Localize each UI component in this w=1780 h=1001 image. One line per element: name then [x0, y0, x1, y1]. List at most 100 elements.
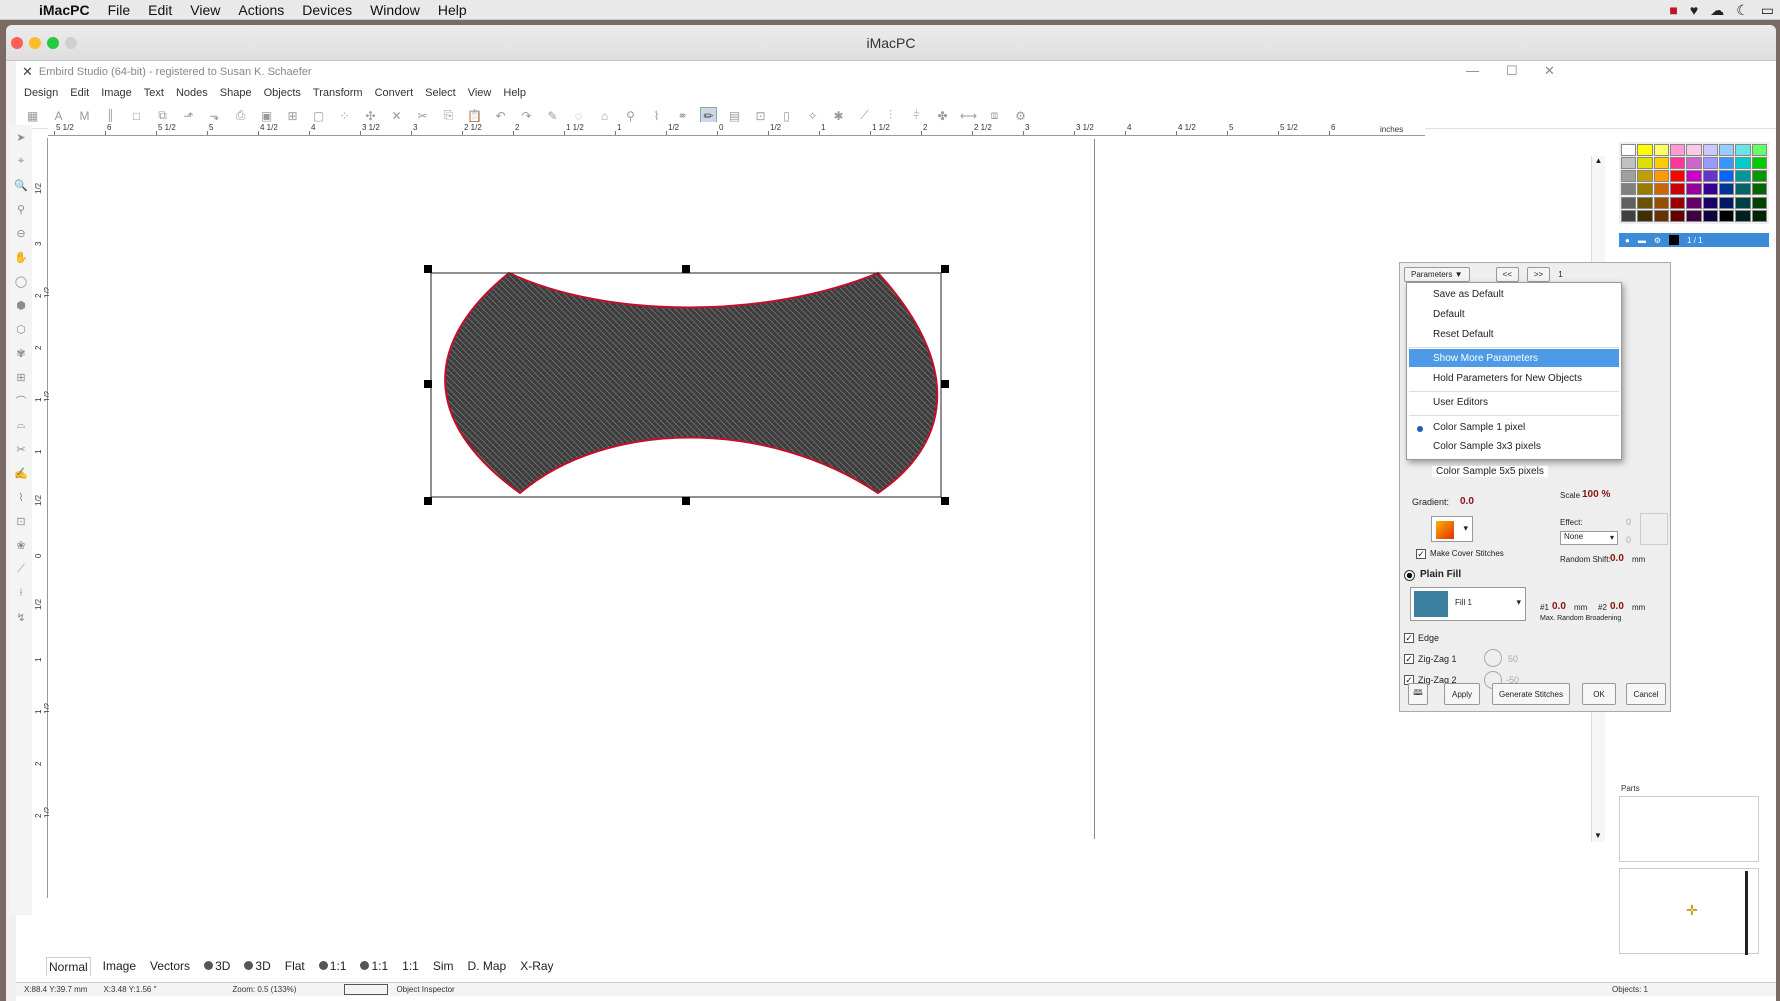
design-shape[interactable] — [444, 271, 939, 495]
menu-save-default[interactable]: Save as Default — [1433, 289, 1504, 300]
zigzag1-dial[interactable] — [1484, 649, 1502, 667]
minimize-icon[interactable]: — — [1466, 63, 1479, 78]
tab-3d-b[interactable]: 3D — [242, 957, 272, 975]
menu-view[interactable]: View — [181, 2, 229, 18]
palette-swatch[interactable] — [1718, 196, 1735, 209]
palette-swatch[interactable] — [1751, 196, 1767, 209]
tab-sim[interactable]: Sim — [431, 957, 456, 975]
parameters-button[interactable]: Parameters ▼ — [1404, 267, 1470, 282]
palette-swatch[interactable] — [1686, 196, 1702, 209]
tab-image[interactable]: Image — [101, 957, 138, 975]
palette-swatch[interactable] — [1669, 209, 1686, 222]
tab-flat[interactable]: Flat — [283, 957, 307, 975]
palette-swatch[interactable] — [1637, 183, 1653, 196]
parts-list[interactable] — [1619, 796, 1759, 862]
design-workspace[interactable] — [49, 138, 1411, 842]
palette-swatch[interactable] — [1718, 209, 1735, 222]
fill-tool-icon[interactable]: ⬢ — [10, 293, 32, 317]
palette-swatch[interactable] — [1621, 196, 1637, 209]
palette-swatch[interactable] — [1735, 183, 1751, 196]
menu-select[interactable]: Select — [419, 87, 462, 99]
tab-normal[interactable]: Normal — [46, 956, 91, 976]
design-canvas[interactable] — [367, 139, 1095, 839]
zoom-tool-icon[interactable]: 🔍 — [10, 173, 32, 197]
menu-show-more-parameters[interactable]: Show More Parameters — [1433, 353, 1538, 364]
palette-swatch[interactable] — [1621, 209, 1637, 222]
zoom-out-icon[interactable]: ⊖ — [10, 221, 32, 245]
apple-icon[interactable] — [0, 0, 30, 20]
tool-fill-icon[interactable]: ▦ — [24, 107, 41, 124]
needle-tool-icon[interactable]: ⟊ — [10, 581, 32, 605]
gradient-color-box[interactable]: ▾ — [1431, 516, 1473, 542]
palette-swatch[interactable] — [1702, 209, 1718, 222]
prev-button[interactable]: << — [1495, 267, 1519, 282]
menu-user-editors[interactable]: User Editors — [1433, 397, 1488, 408]
next-button[interactable]: >> — [1526, 267, 1551, 282]
palette-swatch[interactable] — [1621, 170, 1637, 183]
apply-button[interactable]: Apply — [1444, 683, 1480, 705]
palette-swatch[interactable] — [1669, 144, 1686, 156]
menu-design[interactable]: Design — [18, 87, 64, 99]
palette-swatch[interactable] — [1653, 144, 1669, 156]
tab-dmap[interactable]: D. Map — [466, 957, 509, 975]
menu-convert[interactable]: Convert — [369, 87, 420, 99]
palette-swatch[interactable] — [1621, 183, 1637, 196]
tab-3d-a[interactable]: 3D — [202, 957, 232, 975]
palette-swatch[interactable] — [1686, 157, 1702, 170]
handle-bm[interactable] — [682, 497, 690, 505]
close-icon[interactable]: ✕ — [1544, 63, 1555, 79]
menu-hold-parameters[interactable]: Hold Parameters for New Objects — [1433, 373, 1582, 384]
palette-swatch[interactable] — [1735, 209, 1751, 222]
palette-swatch[interactable] — [1637, 144, 1653, 156]
palette-swatch[interactable] — [1686, 144, 1702, 156]
palette-swatch[interactable] — [1735, 144, 1751, 156]
cut-tool-icon[interactable]: ✂ — [10, 437, 32, 461]
bolt-tool-icon[interactable]: ↯ — [10, 605, 32, 629]
scroll-down-icon[interactable]: ▼ — [1594, 831, 1602, 840]
column-tool-icon[interactable]: ⌓ — [10, 413, 32, 437]
screen-icon[interactable]: ▭ — [1761, 2, 1774, 18]
tab-xray[interactable]: X-Ray — [518, 957, 555, 975]
menu-reset-default[interactable]: Reset Default — [1433, 329, 1494, 340]
hand-tool-icon[interactable]: ✋ — [10, 245, 32, 269]
app-tray-icon[interactable]: ■ — [1669, 2, 1677, 18]
handle-tr[interactable] — [941, 265, 949, 273]
zigzag1-checkbox[interactable]: ✓ — [1404, 654, 1414, 664]
menu-actions[interactable]: Actions — [229, 2, 293, 18]
palette-swatch[interactable] — [1735, 196, 1751, 209]
menu-file[interactable]: File — [99, 2, 140, 18]
menu-help[interactable]: Help — [497, 87, 532, 99]
palette-swatch[interactable] — [1702, 196, 1718, 209]
menu-edit[interactable]: Edit — [139, 2, 181, 18]
ok-button[interactable]: OK — [1582, 683, 1616, 705]
menu-nodes[interactable]: Nodes — [170, 87, 214, 99]
palette-swatch[interactable] — [1653, 157, 1669, 170]
thread-icon[interactable]: ▬ — [1638, 236, 1646, 245]
palette-swatch[interactable] — [1702, 183, 1718, 196]
palette-swatch[interactable] — [1637, 157, 1653, 170]
handle-br[interactable] — [941, 497, 949, 505]
handle-tl[interactable] — [424, 265, 432, 273]
node-tool-icon[interactable]: ⌖ — [10, 149, 32, 173]
stamp-tool-icon[interactable]: ⬡ — [10, 317, 32, 341]
moon-icon[interactable]: ☾ — [1736, 2, 1749, 18]
palette-swatch[interactable] — [1669, 196, 1686, 209]
palette-swatch[interactable] — [1735, 170, 1751, 183]
palette-swatch[interactable] — [1686, 183, 1702, 196]
menu-color-sample-1[interactable]: Color Sample 1 pixel — [1433, 422, 1525, 433]
palette-swatch[interactable] — [1751, 157, 1767, 170]
palette-swatch[interactable] — [1621, 157, 1637, 170]
menu-window[interactable]: Window — [361, 2, 429, 18]
palette-swatch[interactable] — [1637, 170, 1653, 183]
palette-swatch[interactable] — [1686, 170, 1702, 183]
curve-tool-icon[interactable]: ⌇ — [10, 485, 32, 509]
handle-tm[interactable] — [682, 265, 690, 273]
palette-swatch[interactable] — [1669, 183, 1686, 196]
line-tool-icon[interactable]: ⟋ — [10, 557, 32, 581]
palette-swatch[interactable] — [1751, 209, 1767, 222]
fill-pattern-dropdown[interactable]: Fill 1 ▾ — [1410, 587, 1526, 621]
layer-row[interactable]: ● ▬ ⚙ 1 / 1 — [1619, 233, 1769, 247]
palette-swatch[interactable] — [1669, 170, 1686, 183]
palette-swatch[interactable] — [1735, 157, 1751, 170]
palette-swatch[interactable] — [1718, 183, 1735, 196]
